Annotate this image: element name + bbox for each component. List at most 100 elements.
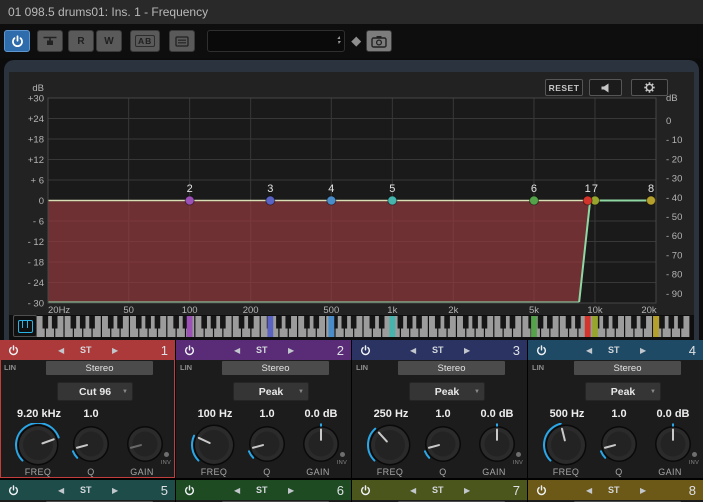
band-prev-button[interactable]: ◀ bbox=[234, 346, 240, 355]
band-knobs[interactable] bbox=[0, 423, 174, 467]
stereo-tab[interactable]: Stereo bbox=[222, 361, 329, 375]
plugin-power-button[interactable] bbox=[4, 30, 30, 52]
band-next-button[interactable]: ▶ bbox=[288, 346, 294, 355]
gain-value[interactable]: 0.0 dB bbox=[292, 408, 350, 423]
band-prev-button[interactable]: ◀ bbox=[410, 346, 416, 355]
band-next-button[interactable]: ▶ bbox=[464, 486, 470, 495]
preset-spinner[interactable]: ▴ ▾ bbox=[337, 36, 340, 46]
freq-value[interactable]: 500 Hz bbox=[528, 408, 606, 423]
linear-phase-label[interactable]: LIN bbox=[180, 363, 192, 372]
gain-value[interactable]: 0.0 dB bbox=[468, 408, 526, 423]
linear-phase-label[interactable]: LIN bbox=[532, 363, 544, 372]
write-automation-button[interactable]: W bbox=[96, 30, 122, 52]
stereo-tab[interactable]: Stereo bbox=[398, 361, 505, 375]
linear-phase-label[interactable]: LIN bbox=[4, 363, 16, 372]
band-knobs[interactable] bbox=[352, 423, 526, 467]
stereo-tab[interactable]: Stereo bbox=[46, 361, 153, 375]
invert-button[interactable]: INV bbox=[159, 452, 173, 466]
svg-text:- 50: - 50 bbox=[666, 212, 682, 223]
band-channel-mode[interactable]: ST bbox=[80, 485, 92, 495]
band-header: ◀ ST ▶ 6 bbox=[176, 480, 351, 500]
freq-value[interactable]: 250 Hz bbox=[352, 408, 430, 423]
band-next-button[interactable]: ▶ bbox=[640, 346, 646, 355]
keyboard-icon bbox=[18, 320, 33, 333]
freq-value[interactable]: 100 Hz bbox=[176, 408, 254, 423]
band-next-button[interactable]: ▶ bbox=[640, 486, 646, 495]
band-subheader: LIN Stereo bbox=[0, 360, 175, 376]
preset-menu-button[interactable] bbox=[169, 30, 195, 52]
band-strip-2: ◀ ST ▶ 2 LIN Stereo Peak ▼ 100 Hz 1.0 0.… bbox=[176, 340, 351, 478]
reset-button[interactable]: RESET bbox=[545, 79, 583, 96]
svg-text:8: 8 bbox=[648, 183, 654, 195]
q-value[interactable]: 1.0 bbox=[78, 408, 104, 423]
band-power-button[interactable] bbox=[536, 345, 547, 356]
band-prev-button[interactable]: ◀ bbox=[58, 486, 64, 495]
invert-button[interactable]: INV bbox=[687, 452, 701, 466]
ab-switch-icon[interactable]: ◆ bbox=[351, 30, 361, 52]
svg-text:dB: dB bbox=[32, 83, 44, 94]
band-power-button[interactable] bbox=[8, 485, 19, 496]
band-next-button[interactable]: ▶ bbox=[288, 486, 294, 495]
band-power-button[interactable] bbox=[360, 485, 371, 496]
svg-text:- 80: - 80 bbox=[666, 270, 682, 281]
svg-text:- 12: - 12 bbox=[28, 237, 44, 248]
listen-button[interactable] bbox=[589, 79, 622, 96]
spin-down-icon: ▾ bbox=[337, 41, 340, 46]
band-channel-mode[interactable]: ST bbox=[608, 345, 620, 355]
filter-type-dropdown[interactable]: Peak ▼ bbox=[585, 382, 661, 401]
band-number: 6 bbox=[337, 483, 344, 498]
svg-text:- 18: - 18 bbox=[28, 258, 44, 269]
band-channel-mode[interactable]: ST bbox=[80, 345, 92, 355]
band-power-button[interactable] bbox=[360, 345, 371, 356]
filter-type-dropdown[interactable]: Cut 96 ▼ bbox=[57, 382, 133, 401]
freq-knob-label: FREQ bbox=[194, 467, 234, 477]
svg-text:+ 6: + 6 bbox=[31, 176, 44, 187]
invert-button[interactable]: INV bbox=[335, 452, 349, 466]
settings-button[interactable] bbox=[631, 79, 668, 96]
preset-dropdown[interactable]: ▴ ▾ bbox=[207, 30, 345, 52]
eq-graph[interactable]: dB+30+24+18+12+ 60- 6- 12- 18- 24- 30dB0… bbox=[9, 72, 694, 340]
band-next-button[interactable]: ▶ bbox=[112, 486, 118, 495]
freq-value[interactable]: 9.20 kHz bbox=[0, 408, 78, 423]
gain-value[interactable]: 0.0 dB bbox=[644, 408, 702, 423]
chevron-down-icon: ▼ bbox=[474, 389, 480, 395]
invert-button[interactable]: INV bbox=[511, 452, 525, 466]
band-power-button[interactable] bbox=[184, 345, 195, 356]
keyboard-toggle-button[interactable] bbox=[13, 315, 37, 337]
stereo-tab[interactable]: Stereo bbox=[574, 361, 681, 375]
band-strip-1: ◀ ST ▶ 1 LIN Stereo Cut 96 ▼ 9.20 kHz 1.… bbox=[0, 340, 175, 478]
q-value[interactable]: 1.0 bbox=[430, 408, 456, 423]
read-automation-button[interactable]: R bbox=[68, 30, 94, 52]
band-prev-button[interactable]: ◀ bbox=[58, 346, 64, 355]
svg-text:20Hz: 20Hz bbox=[48, 305, 70, 316]
band-channel-mode[interactable]: ST bbox=[608, 485, 620, 495]
invert-label: INV bbox=[513, 460, 523, 466]
gain-value[interactable] bbox=[116, 408, 174, 423]
band-channel-mode[interactable]: ST bbox=[256, 485, 268, 495]
band-knobs[interactable] bbox=[176, 423, 350, 467]
band-prev-button[interactable]: ◀ bbox=[410, 486, 416, 495]
q-value[interactable]: 1.0 bbox=[254, 408, 280, 423]
band-prev-button[interactable]: ◀ bbox=[586, 346, 592, 355]
filter-type-dropdown[interactable]: Peak ▼ bbox=[409, 382, 485, 401]
band-channel-mode[interactable]: ST bbox=[432, 345, 444, 355]
svg-text:0: 0 bbox=[666, 116, 671, 127]
band-power-button[interactable] bbox=[184, 485, 195, 496]
band-knobs[interactable] bbox=[528, 423, 702, 467]
band-power-button[interactable] bbox=[8, 345, 19, 356]
band-channel-mode[interactable]: ST bbox=[256, 345, 268, 355]
ab-compare-button[interactable]: AB bbox=[130, 30, 160, 52]
bypass-button[interactable] bbox=[37, 30, 63, 52]
band-prev-button[interactable]: ◀ bbox=[234, 486, 240, 495]
band-channel-mode[interactable]: ST bbox=[432, 485, 444, 495]
band-next-button[interactable]: ▶ bbox=[464, 346, 470, 355]
svg-text:- 24: - 24 bbox=[28, 278, 44, 289]
band-header: ◀ ST ▶ 8 bbox=[528, 480, 703, 500]
band-prev-button[interactable]: ◀ bbox=[586, 486, 592, 495]
filter-type-dropdown[interactable]: Peak ▼ bbox=[233, 382, 309, 401]
snapshot-button[interactable] bbox=[366, 30, 392, 52]
band-next-button[interactable]: ▶ bbox=[112, 346, 118, 355]
linear-phase-label[interactable]: LIN bbox=[356, 363, 368, 372]
q-value[interactable]: 1.0 bbox=[606, 408, 632, 423]
band-power-button[interactable] bbox=[536, 485, 547, 496]
